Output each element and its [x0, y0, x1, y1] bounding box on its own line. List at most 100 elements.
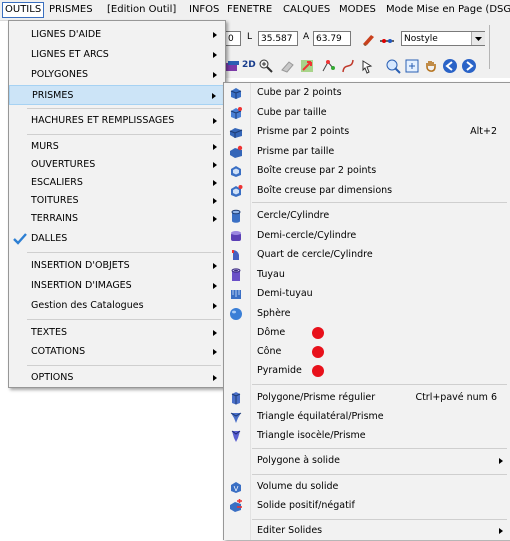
menu-item-murs[interactable]: MURS: [9, 137, 225, 157]
view-3d-icon[interactable]: [224, 58, 240, 74]
menu-item-volume-solide[interactable]: V Volume du solide: [224, 477, 510, 497]
menu-item-label: Dôme: [257, 327, 286, 338]
menu-item-label: Cube par 2 points: [257, 87, 342, 98]
menu-item-label: Gestion des Catalogues: [31, 300, 144, 311]
menu-item-label: Boîte creuse par 2 points: [257, 165, 377, 176]
menu-modes[interactable]: MODES: [339, 3, 376, 17]
submenu-arrow-icon: [213, 303, 217, 309]
menu-item-boite-creuse-dims[interactable]: Boîte creuse par dimensions: [224, 181, 510, 201]
menu-item-editer-solides[interactable]: Editer Solides: [224, 521, 510, 541]
menu-item-demi-cercle-cylindre[interactable]: Demi-cercle/Cylindre: [224, 226, 510, 246]
move-points-icon[interactable]: [320, 58, 336, 74]
zoom-plus-icon[interactable]: [258, 58, 274, 74]
select-arrows-icon[interactable]: [299, 58, 315, 74]
menu-item-shortcut: Alt+2: [470, 126, 497, 137]
menu-item-polygone-prisme-regulier[interactable]: Polygone/Prisme régulier Ctrl+pavé num 6: [224, 388, 510, 408]
line-style-icon[interactable]: [379, 31, 395, 47]
length-label: L: [247, 32, 253, 42]
menu-item-toitures[interactable]: TOITURES: [9, 191, 225, 211]
menu-item-prisme-taille[interactable]: Prisme par taille: [224, 142, 510, 162]
menu-item-label: TOITURES: [31, 195, 79, 206]
submenu-arrow-icon: [213, 118, 217, 124]
menu-item-cube-2pts[interactable]: Cube par 2 points: [224, 83, 510, 103]
menu-item-label: Cône: [257, 346, 282, 357]
submenu-arrow-icon: [212, 93, 216, 99]
half-cylinder-icon: [231, 231, 241, 241]
menu-item-insertion-images[interactable]: INSERTION D'IMAGES: [9, 276, 225, 296]
menu-item-label: LIGNES D'AIDE: [31, 29, 102, 40]
pick-tool-icon[interactable]: [360, 58, 376, 74]
menu-item-sphere[interactable]: Sphère: [224, 304, 510, 324]
menu-item-triangle-equilateral[interactable]: Triangle équilatéral/Prisme: [224, 407, 510, 427]
zoom-window-icon[interactable]: [385, 58, 401, 74]
menu-item-tuyau[interactable]: Tuyau: [224, 265, 510, 285]
menu-item-dalles[interactable]: DALLES: [9, 229, 225, 249]
menu-item-escaliers[interactable]: ESCALIERS: [9, 173, 225, 193]
menu-item-dome[interactable]: Dôme: [224, 323, 510, 343]
menu-mode-mise-en-page[interactable]: Mode Mise en Page (DSG): [386, 3, 510, 17]
menu-item-insertion-objets[interactable]: INSERTION D'OBJETS: [9, 256, 225, 276]
menu-item-ouvertures[interactable]: OUVERTURES: [9, 155, 225, 175]
menu-item-cube-taille[interactable]: Cube par taille: [224, 103, 510, 123]
menu-fenetre[interactable]: FENETRE: [227, 3, 272, 17]
quarter-cylinder-icon: [232, 249, 239, 260]
submenu-arrow-icon: [213, 32, 217, 38]
hollow-box-dims-icon: [231, 185, 243, 197]
forward-arrow-icon[interactable]: [461, 58, 477, 74]
menu-item-textes[interactable]: TEXTES: [9, 323, 225, 343]
menu-item-label: Tuyau: [257, 269, 285, 280]
menu-item-triangle-isocele[interactable]: Triangle isocèle/Prisme: [224, 426, 510, 446]
menu-infos[interactable]: INFOS: [189, 3, 219, 17]
curve-tool-icon[interactable]: [340, 58, 356, 74]
red-dot-marker: [312, 365, 324, 377]
menu-item-label: Prisme par 2 points: [257, 126, 350, 137]
menu-edition-outil[interactable]: [Edition Outil]: [107, 3, 176, 17]
view-2d-button[interactable]: 2D: [242, 60, 256, 70]
equilateral-prism-icon: [230, 412, 242, 423]
chevron-down-icon: [475, 37, 482, 41]
toolbar-field[interactable]: 0: [225, 31, 241, 46]
menu-item-polygone-a-solide[interactable]: Polygone à solide: [224, 451, 510, 471]
regular-prism-icon: [231, 392, 241, 405]
menu-separator: [27, 365, 221, 366]
back-arrow-icon[interactable]: [442, 58, 458, 74]
menu-item-label: PRISMES: [32, 90, 74, 101]
eraser-icon[interactable]: [279, 58, 295, 74]
zoom-fit-icon[interactable]: [404, 58, 420, 74]
menu-item-polygones[interactable]: POLYGONES: [9, 65, 225, 85]
style-dropdown-button[interactable]: [471, 32, 485, 45]
menu-item-cotations[interactable]: COTATIONS: [9, 342, 225, 362]
menu-item-prismes[interactable]: PRISMES: [9, 85, 225, 105]
menu-item-lignes-aide[interactable]: LIGNES D'AIDE: [9, 25, 225, 45]
menu-item-label: Solide positif/négatif: [257, 500, 355, 511]
menu-calques[interactable]: CALQUES: [283, 3, 330, 17]
pan-hand-icon[interactable]: [423, 58, 439, 74]
menu-item-boite-creuse-2pts[interactable]: Boîte creuse par 2 points: [224, 161, 510, 181]
menu-item-hachures[interactable]: HACHURES ET REMPLISSAGES: [9, 111, 225, 131]
isosceles-prism-icon: [231, 430, 241, 442]
menu-item-pyramide[interactable]: Pyramide: [224, 361, 510, 381]
menu-item-gestion-catalogues[interactable]: Gestion des Catalogues: [9, 296, 225, 316]
menu-item-lignes-arcs[interactable]: LIGNES ET ARCS: [9, 45, 225, 65]
menu-item-terrains[interactable]: TERRAINS: [9, 209, 225, 229]
pen-icon[interactable]: [361, 31, 377, 47]
menu-item-label: Volume du solide: [257, 481, 339, 492]
menu-item-options[interactable]: OPTIONS: [9, 368, 225, 388]
length-field[interactable]: 35.587: [258, 31, 298, 46]
menu-item-label: OPTIONS: [31, 372, 74, 383]
menu-item-cone[interactable]: Cône: [224, 342, 510, 362]
menu-item-demi-tuyau[interactable]: Demi-tuyau: [224, 284, 510, 304]
menu-item-label: HACHURES ET REMPLISSAGES: [31, 115, 175, 126]
submenu-arrow-icon: [213, 52, 217, 58]
menu-item-solide-positif-negatif[interactable]: Solide positif/négatif: [224, 496, 510, 516]
menu-item-label: POLYGONES: [31, 69, 89, 80]
menu-item-prisme-2pts[interactable]: Prisme par 2 points Alt+2: [224, 122, 510, 142]
submenu-arrow-icon: [213, 180, 217, 186]
menu-item-quart-cercle-cylindre[interactable]: Quart de cercle/Cylindre: [224, 245, 510, 265]
menu-outils[interactable]: OUTILS: [2, 2, 45, 18]
menu-prismes[interactable]: PRISMES: [49, 3, 93, 17]
angle-field[interactable]: 63.79: [313, 31, 351, 46]
menu-item-cercle-cylindre[interactable]: Cercle/Cylindre: [224, 206, 510, 226]
menu-item-label: Demi-cercle/Cylindre: [257, 230, 357, 241]
submenu-arrow-icon: [213, 263, 217, 269]
